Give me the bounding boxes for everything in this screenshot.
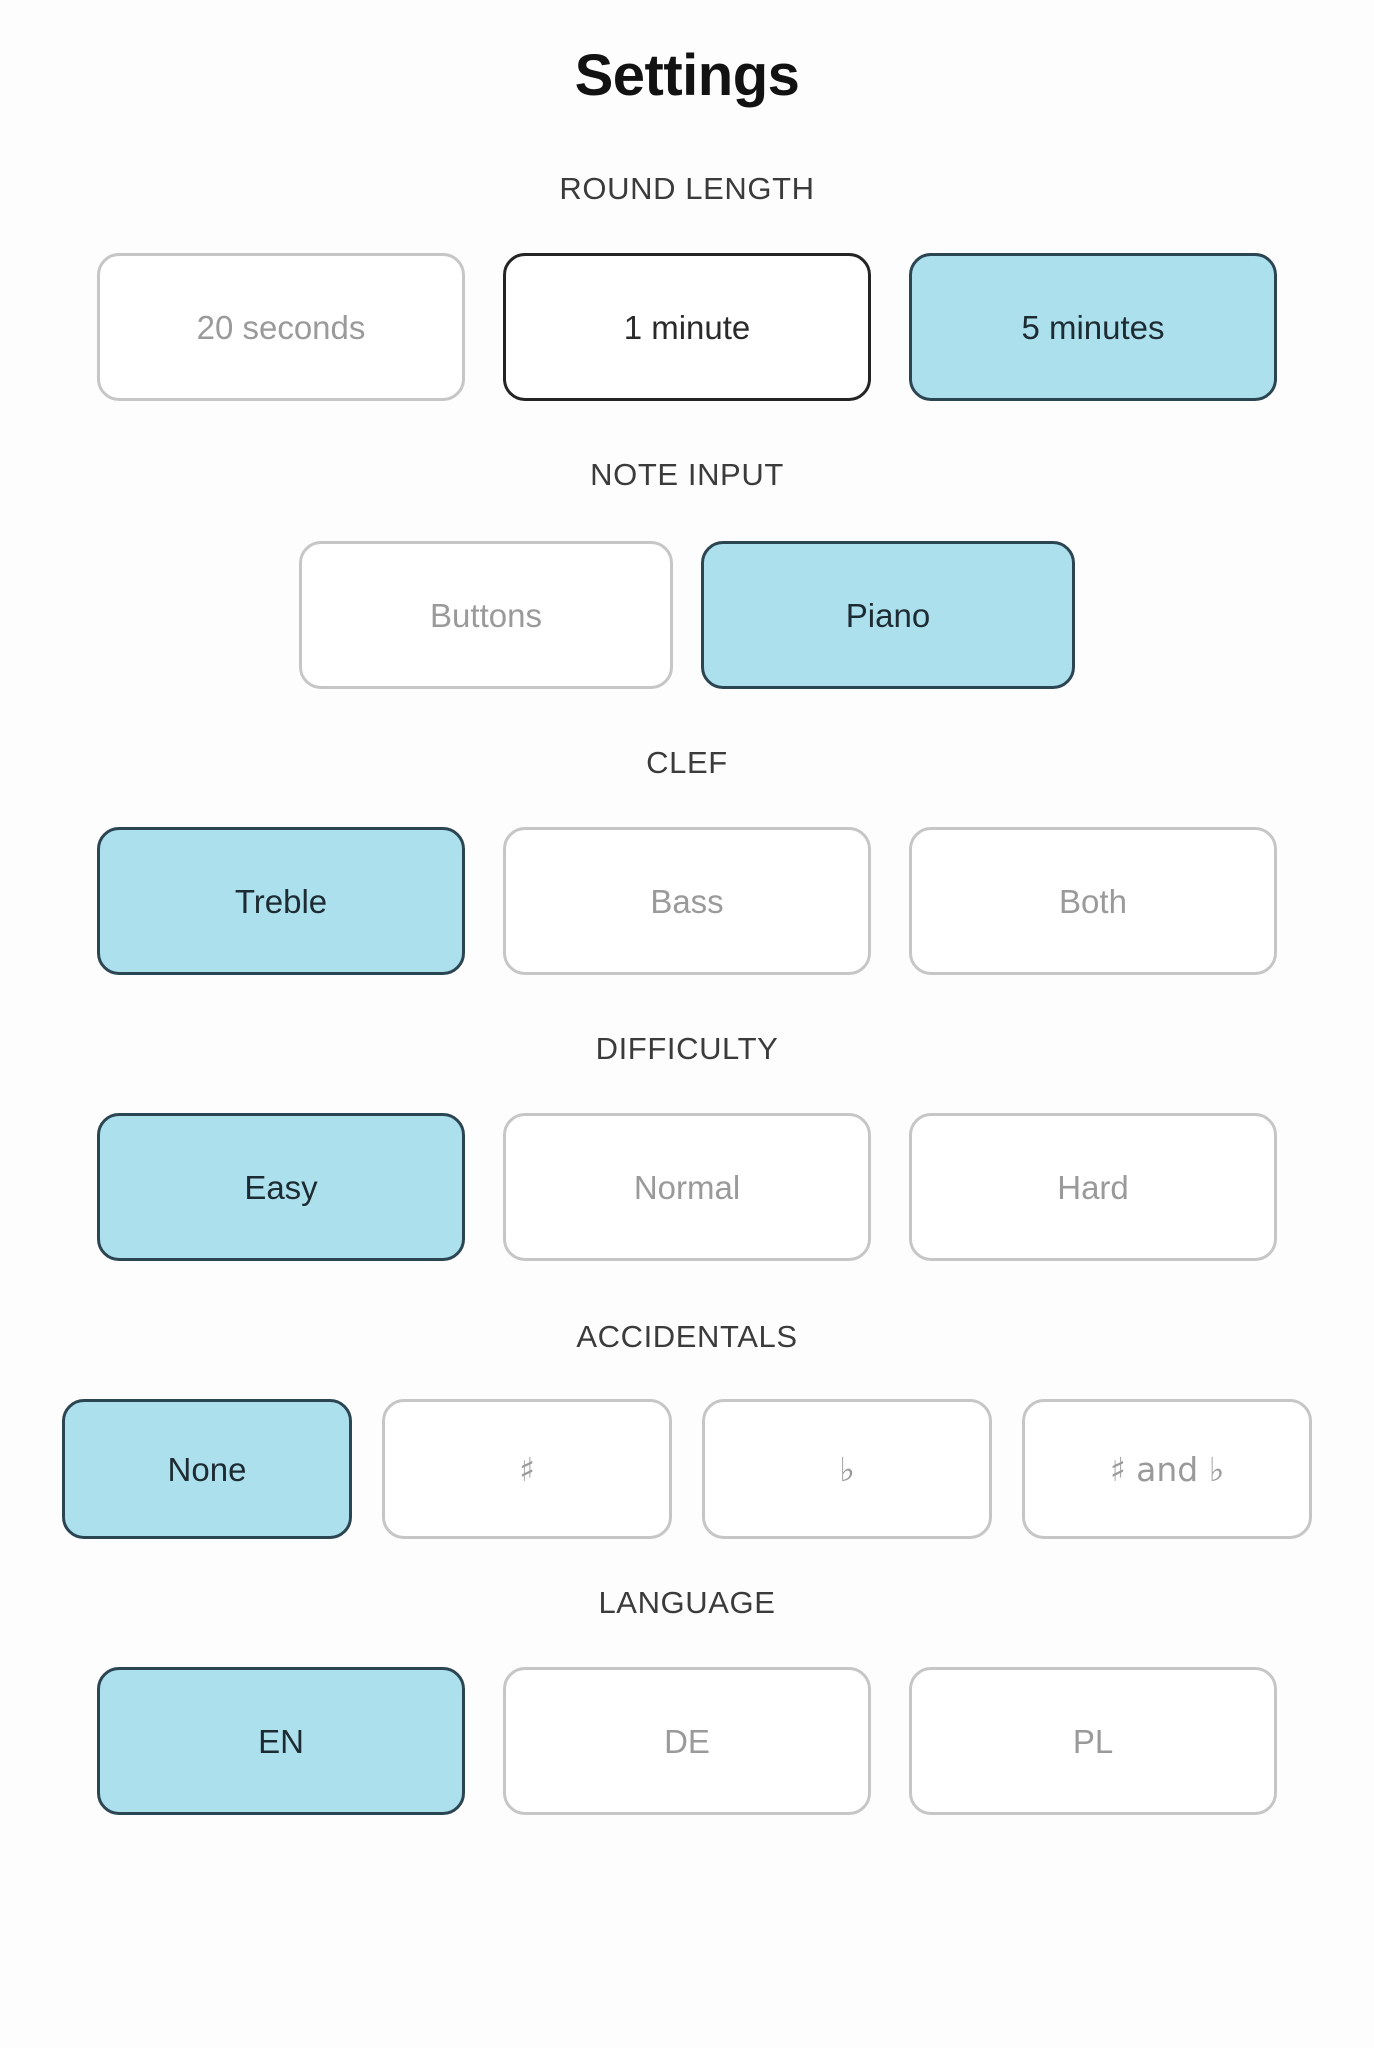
option-round-length-5-minutes[interactable]: 5 minutes <box>909 253 1277 401</box>
option-language-pl[interactable]: PL <box>909 1667 1277 1815</box>
section-label-difficulty: DIFFICULTY <box>595 1031 779 1066</box>
section-label-round-length: ROUND LENGTH <box>559 171 815 206</box>
option-language-de[interactable]: DE <box>503 1667 871 1815</box>
section-label-note-input: NOTE INPUT <box>590 457 784 492</box>
option-difficulty-easy[interactable]: Easy <box>97 1113 465 1261</box>
option-clef-bass[interactable]: Bass <box>503 827 871 975</box>
option-note-input-piano[interactable]: Piano <box>701 541 1075 689</box>
section-accidentals: ACCIDENTALS None ♯ ♭ ♯ and ♭ <box>26 1319 1348 1539</box>
option-accidentals-sharp-icon[interactable]: ♯ <box>382 1399 672 1539</box>
option-difficulty-hard[interactable]: Hard <box>909 1113 1277 1261</box>
option-row-note-input: Buttons Piano <box>26 541 1348 689</box>
section-difficulty: DIFFICULTY Easy Normal Hard <box>26 1031 1348 1261</box>
option-round-length-1-minute[interactable]: 1 minute <box>503 253 871 401</box>
option-accidentals-flat-icon[interactable]: ♭ <box>702 1399 992 1539</box>
page-title: Settings <box>574 43 800 108</box>
option-note-input-buttons[interactable]: Buttons <box>299 541 673 689</box>
option-difficulty-normal[interactable]: Normal <box>503 1113 871 1261</box>
settings-screen: Settings ROUND LENGTH 20 seconds 1 minut… <box>0 0 1374 2048</box>
option-language-en[interactable]: EN <box>97 1667 465 1815</box>
option-row-language: EN DE PL <box>26 1667 1348 1815</box>
section-language: LANGUAGE EN DE PL <box>26 1585 1348 1815</box>
section-round-length: ROUND LENGTH 20 seconds 1 minute 5 minut… <box>26 171 1348 401</box>
option-clef-treble[interactable]: Treble <box>97 827 465 975</box>
section-label-language: LANGUAGE <box>598 1585 776 1620</box>
section-label-accidentals: ACCIDENTALS <box>576 1319 798 1354</box>
option-accidentals-sharp-and-flat[interactable]: ♯ and ♭ <box>1022 1399 1312 1539</box>
option-row-round-length: 20 seconds 1 minute 5 minutes <box>26 253 1348 401</box>
option-row-clef: Treble Bass Both <box>26 827 1348 975</box>
option-row-difficulty: Easy Normal Hard <box>26 1113 1348 1261</box>
option-accidentals-none[interactable]: None <box>62 1399 352 1539</box>
option-round-length-20-seconds[interactable]: 20 seconds <box>97 253 465 401</box>
section-note-input: NOTE INPUT Buttons Piano <box>26 457 1348 689</box>
section-label-clef: CLEF <box>646 745 728 780</box>
section-clef: CLEF Treble Bass Both <box>26 745 1348 975</box>
option-clef-both[interactable]: Both <box>909 827 1277 975</box>
option-row-accidentals: None ♯ ♭ ♯ and ♭ <box>26 1399 1348 1539</box>
